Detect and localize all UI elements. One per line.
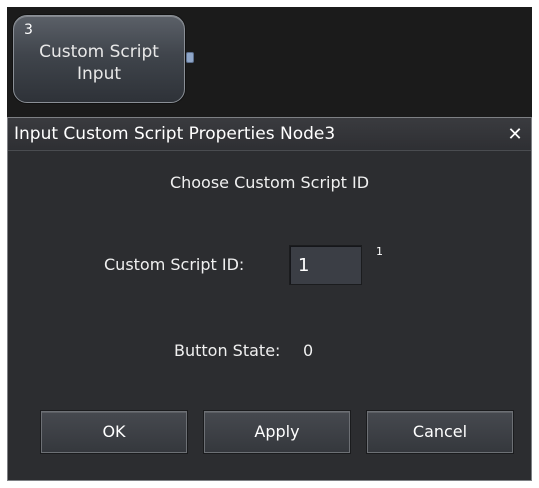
close-icon[interactable]: ✕ <box>505 125 525 145</box>
output-port[interactable] <box>186 52 194 63</box>
button-state-label: Button State: <box>174 341 281 360</box>
cancel-button[interactable]: Cancel <box>367 411 513 453</box>
dialog-body: Choose Custom Script ID Custom Script ID… <box>8 151 531 480</box>
custom-script-id-superscript: 1 <box>376 245 383 258</box>
apply-button[interactable]: Apply <box>204 411 350 453</box>
dialog-heading: Choose Custom Script ID <box>169 173 370 192</box>
button-state-value: 0 <box>303 341 314 360</box>
dialog-title: Input Custom Script Properties Node3 <box>14 124 336 144</box>
node-title: Custom Script Input <box>39 42 159 84</box>
properties-dialog: Input Custom Script Properties Node3 ✕ C… <box>7 117 532 481</box>
dialog-titlebar[interactable]: Input Custom Script Properties Node3 ✕ <box>8 118 531 151</box>
node-index-label: 3 <box>24 22 33 38</box>
custom-script-id-input[interactable]: 1 <box>289 245 362 285</box>
custom-script-id-label: Custom Script ID: <box>104 255 245 274</box>
custom-script-input-node[interactable]: 3 Custom Script Input <box>13 15 185 103</box>
ok-button[interactable]: OK <box>41 411 187 453</box>
screen: 3 Custom Script Input Input Custom Scrip… <box>0 0 539 488</box>
